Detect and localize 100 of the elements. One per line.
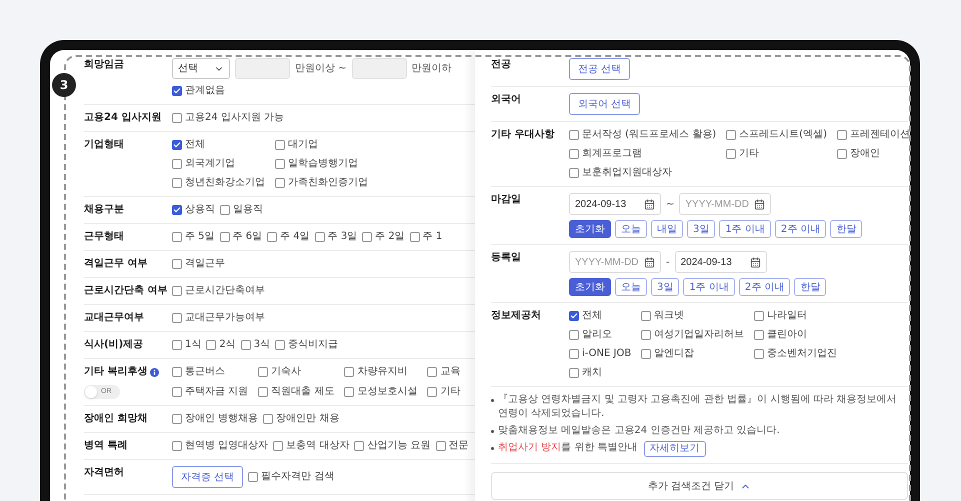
date-preset-button[interactable]: 2주 이내 xyxy=(774,220,826,238)
checkbox-label[interactable]: 주택자금 지원 xyxy=(185,384,248,399)
checkbox-label[interactable]: 관계없음 xyxy=(185,84,225,98)
date-preset-button[interactable]: 한달 xyxy=(830,220,862,238)
checkbox-label[interactable]: 장애인 xyxy=(850,147,880,161)
checkbox-label[interactable]: 장애인 병행채용 xyxy=(185,412,258,426)
checkbox-label[interactable]: 프레젠테이션 xyxy=(850,128,910,142)
row-label: 등록일 xyxy=(491,251,521,265)
checkbox-label[interactable]: 전체 xyxy=(582,309,602,323)
checkbox-label[interactable]: 알리오 xyxy=(582,328,612,342)
checkbox-label[interactable]: 문서작성 (워드프로세스 활용) xyxy=(582,128,716,142)
checkbox-label[interactable]: 기타 xyxy=(440,384,460,399)
row-label: 전공 xyxy=(491,58,511,72)
row-label: 교대근무여부 xyxy=(84,311,144,325)
checkbox-label[interactable]: 워크넷 xyxy=(654,309,684,323)
checkbox-label[interactable]: 캐치 xyxy=(582,366,602,380)
checkbox-label[interactable]: 주 5일 xyxy=(185,230,215,244)
checkbox-label[interactable]: 장애인만 채용 xyxy=(276,412,340,426)
checkbox-label[interactable]: 차량유지비 xyxy=(357,365,408,380)
date-preset-button[interactable]: 내일 xyxy=(651,220,683,238)
checkbox-label[interactable]: 여성기업일자리허브 xyxy=(654,328,744,342)
checkbox-label[interactable]: 모성보호시설 xyxy=(357,384,418,399)
date-preset-button[interactable]: 초기화 xyxy=(569,278,611,296)
checkbox-label[interactable]: 1식 xyxy=(185,338,202,352)
row-label: 근로시간단축 여부 xyxy=(84,284,168,298)
checkbox-label[interactable]: 필수자격만 검색 xyxy=(261,470,334,484)
checkbox-label[interactable]: 주 2일 xyxy=(375,230,405,244)
checkbox-label[interactable]: 주 6일 xyxy=(232,230,262,244)
row-label: 정보제공처 xyxy=(491,309,541,323)
select-dropdown[interactable]: 선택 xyxy=(172,58,230,79)
date-field[interactable]: 2024-09-13 xyxy=(674,251,767,273)
checkbox-label[interactable]: 2식 xyxy=(219,338,236,352)
field-text: 만원이하 xyxy=(412,62,452,76)
checkbox-label[interactable]: 산업기능 요원 xyxy=(367,439,431,453)
row-label: 장애인 희망채 xyxy=(84,412,148,426)
checkbox-label[interactable]: 나라일터 xyxy=(767,309,808,323)
checkbox-label[interactable]: 교육 xyxy=(440,365,460,380)
row-label: 고용24 입사지원 xyxy=(84,111,162,125)
checkbox-label[interactable]: 중식비지급 xyxy=(288,338,338,352)
row-label: 채용구분 xyxy=(84,203,124,217)
checkbox-label[interactable]: 보충역 대상자 xyxy=(286,439,350,453)
checkbox-label[interactable]: 중소벤처기업진 xyxy=(767,347,838,361)
notice-text: 『고용상 연령차별금지 및 고령자 고용촉진에 관한 법률』이 시행됨에 따라 채용정보에서 연령이 삭제되었습니다. xyxy=(498,393,898,421)
date-preset-button[interactable]: 1주 이내 xyxy=(719,220,771,238)
checkbox-label[interactable]: 스프레드시트(엑셀) xyxy=(739,128,827,142)
row-label: 외국어 xyxy=(491,93,521,107)
date-field[interactable]: 2024-09-13 xyxy=(569,193,661,215)
date-preset-button[interactable]: 오늘 xyxy=(615,220,647,238)
date-preset-button[interactable]: 3일 xyxy=(651,278,680,296)
checkbox-label[interactable]: 클린아이 xyxy=(767,328,808,342)
select-button[interactable]: 자격증 선택 xyxy=(172,466,244,488)
field-text: ~ xyxy=(666,198,674,212)
row-label: 마감일 xyxy=(491,193,521,207)
date-preset-button[interactable]: 2주 이내 xyxy=(738,278,790,296)
collapse-button[interactable]: 추가 검색조건 닫기 xyxy=(491,472,908,500)
date-preset-button[interactable]: 3일 xyxy=(687,220,716,238)
checkbox-label[interactable]: 직원대출 제도 xyxy=(271,384,334,399)
checkbox-label[interactable]: 교대근무가능여부 xyxy=(185,311,265,325)
checkbox-label[interactable]: 전체 xyxy=(185,138,205,152)
select-button[interactable]: 전공 선택 xyxy=(569,58,630,80)
notice-text: 취업사기 방지를 위한 특별안내 xyxy=(498,441,638,455)
row-label: 자격면허 xyxy=(84,466,124,480)
checkbox-label[interactable]: 일학습병행기업 xyxy=(288,157,358,171)
field-text: 만원이상 ~ xyxy=(295,62,347,76)
row-label: 기타 복리후생 xyxy=(84,365,148,379)
date-preset-button[interactable]: 초기화 xyxy=(569,220,611,238)
checkbox-label[interactable]: 주 4일 xyxy=(280,230,310,244)
checkbox-label[interactable]: 청년친화강소기업 xyxy=(185,176,265,190)
checkbox-label[interactable]: 외국계기업 xyxy=(185,157,235,171)
checkbox-label[interactable]: 주 3일 xyxy=(328,230,358,244)
date-preset-button[interactable]: 1주 이내 xyxy=(683,278,735,296)
checkbox-label[interactable]: 일용직 xyxy=(233,203,263,217)
checkbox-label[interactable]: 가족친화인증기업 xyxy=(288,176,368,190)
checkbox-label[interactable]: 회계프로그램 xyxy=(582,147,642,161)
row-label: 격일근무 여부 xyxy=(84,257,148,271)
details-button[interactable]: 자세히보기 xyxy=(644,441,706,457)
checkbox-label[interactable]: 전문 xyxy=(448,439,469,453)
notice-text: 맞춤채용정보 메일발송은 고용24 인증건만 제공하고 있습니다. xyxy=(498,424,780,438)
row-label: 기업형태 xyxy=(84,138,124,152)
checkbox-label[interactable]: 알엔디잡 xyxy=(654,347,694,361)
checkbox-label[interactable]: 근로시간단축여부 xyxy=(185,284,265,298)
row-label: 식사(비)제공 xyxy=(84,338,144,352)
row-label: 근무형태 xyxy=(84,230,124,244)
date-preset-button[interactable]: 오늘 xyxy=(615,278,647,296)
checkbox-label[interactable]: 상용직 xyxy=(185,203,215,217)
row-label: 희망임금 xyxy=(84,58,124,72)
checkbox-label[interactable]: 통근버스 xyxy=(185,365,225,380)
date-preset-button[interactable]: 한달 xyxy=(794,278,826,296)
checkbox-label[interactable]: 보훈취업지원대상자 xyxy=(582,166,672,180)
checkbox-label[interactable]: 3식 xyxy=(254,338,270,352)
field-text: - xyxy=(666,256,670,270)
checkbox-label[interactable]: 기숙사 xyxy=(271,365,302,380)
checkbox-label[interactable]: 기타 xyxy=(739,147,760,161)
select-button[interactable]: 외국어 선택 xyxy=(569,93,640,115)
checkbox-label[interactable]: 격일근무 xyxy=(185,257,225,271)
checkbox-label[interactable]: i-ONE JOB xyxy=(582,347,632,361)
checkbox-label[interactable]: 주 1 xyxy=(422,230,442,244)
checkbox-label[interactable]: 대기업 xyxy=(288,138,318,152)
checkbox-label[interactable]: 고용24 입사지원 가능 xyxy=(185,111,284,125)
checkbox-label[interactable]: 현역병 입영대상자 xyxy=(185,439,268,453)
